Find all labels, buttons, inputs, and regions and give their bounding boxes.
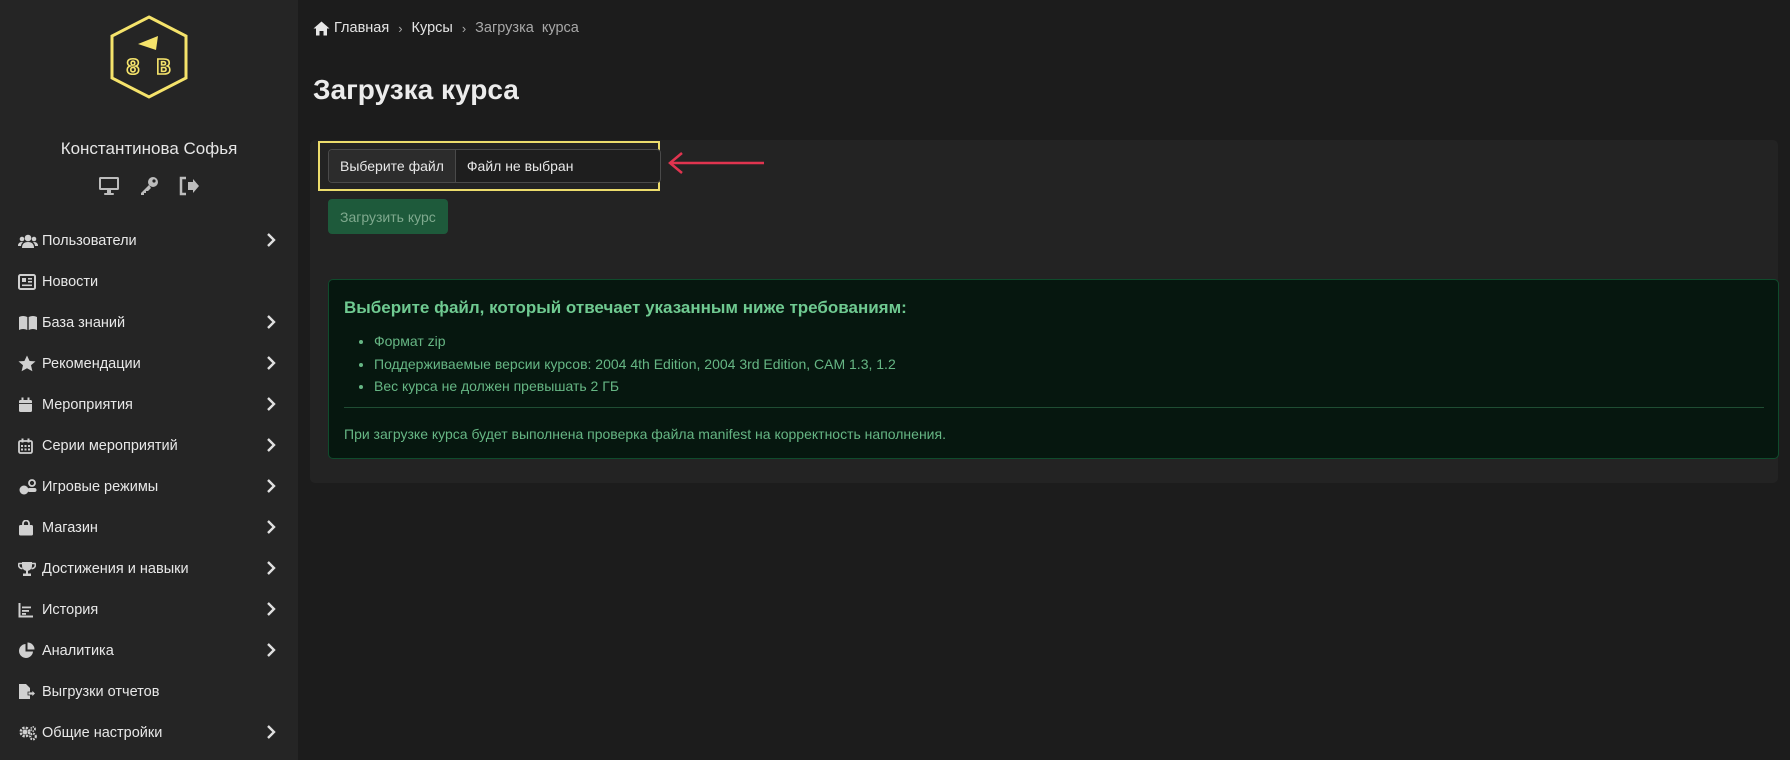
chevron-right-icon [267,315,276,329]
sidebar-nav: Пользователи Новости База знаний Рекомен… [0,220,298,753]
breadcrumb-home[interactable]: Главная [334,20,389,36]
list-item: Поддерживаемые версии курсов: 2004 4th E… [374,353,896,376]
breadcrumb-separator: › [398,20,403,36]
cogs-icon [18,723,38,743]
newspaper-icon [18,272,38,292]
users-icon [18,231,38,251]
sidebar-item-analytics[interactable]: Аналитика [0,630,298,671]
sidebar-item-news[interactable]: Новости [0,261,298,302]
chevron-right-icon [267,602,276,616]
shopping-bag-icon [18,518,38,538]
file-export-icon [18,682,38,702]
page-title: Загрузка курса [313,74,519,105]
logout-icon[interactable] [177,174,201,198]
chevron-right-icon [267,438,276,452]
breadcrumb: Главная › Курсы › Загрузка курса [313,20,579,36]
chart-line-icon [18,600,38,620]
upload-course-button[interactable]: Загрузить курс [328,199,448,234]
sidebar: 8 B Константинова Софья Пользователи Нов… [0,0,298,760]
sidebar-item-achievements[interactable]: Достижения и навыки [0,548,298,589]
pie-chart-icon [18,641,38,661]
main-content: Главная › Курсы › Загрузка курса Загрузк… [298,0,1790,760]
key-icon[interactable] [137,174,161,198]
chevron-right-icon [267,725,276,739]
chevron-right-icon [267,397,276,411]
monitor-icon[interactable] [97,174,121,198]
chevron-right-icon [267,479,276,493]
sidebar-item-general-settings[interactable]: Общие настройки [0,712,298,753]
svg-text:B: B [156,55,171,79]
chevron-right-icon [267,561,276,575]
file-status: Файл не выбран [466,158,574,174]
sidebar-item-event-series[interactable]: Серии мероприятий [0,425,298,466]
sidebar-item-shop[interactable]: Магазин [0,507,298,548]
sidebar-item-events[interactable]: Мероприятия [0,384,298,425]
sidebar-item-knowledge-base[interactable]: База знаний [0,302,298,343]
sidebar-item-history[interactable]: История [0,589,298,630]
sidebar-item-game-modes[interactable]: Игровые режимы [0,466,298,507]
list-item: Вес курса не должен превышать 2 ГБ [374,375,896,398]
breadcrumb-separator: › [461,20,467,36]
sidebar-item-recommendations[interactable]: Рекомендации [0,343,298,384]
choose-file-button[interactable]: Выберите файл [329,150,456,182]
chevron-right-icon [267,356,276,370]
logo-icon: 8 B [110,15,188,99]
divider [344,407,1764,408]
sidebar-item-report-exports[interactable]: Выгрузки отчетов [0,671,298,712]
svg-text:8: 8 [126,55,140,79]
list-item: Формат zip [374,330,896,353]
annotation-arrow-icon [668,152,764,174]
calendar-grid-icon [18,436,38,456]
breadcrumb-current: Загрузка курса [475,20,579,36]
chevron-right-icon [267,520,276,534]
star-icon [18,354,38,374]
book-icon [18,313,38,333]
requirements-alert: Выберите файл, который отвечает указанны… [328,279,1779,459]
chevron-right-icon [267,233,276,247]
trophy-icon [18,559,38,579]
user-actions [0,174,298,198]
user-name: Константинова Софья [60,139,238,158]
upload-card: Выберите файл Файл не выбран Загрузить к… [310,140,1779,483]
sidebar-item-users[interactable]: Пользователи [0,220,298,261]
breadcrumb-courses[interactable]: Курсы [412,20,453,36]
chevron-right-icon [267,643,276,657]
file-input[interactable]: Выберите файл Файл не выбран [328,149,661,183]
requirements-list: Формат zip Поддерживаемые версии курсов:… [344,330,896,398]
requirements-title: Выберите файл, который отвечает указанны… [344,298,907,317]
calendar-icon [18,395,38,415]
game-icon [18,477,38,497]
logo[interactable]: 8 B [106,14,192,100]
requirements-note: При загрузке курса будет выполнена прове… [344,426,946,442]
home-icon[interactable] [313,21,330,36]
